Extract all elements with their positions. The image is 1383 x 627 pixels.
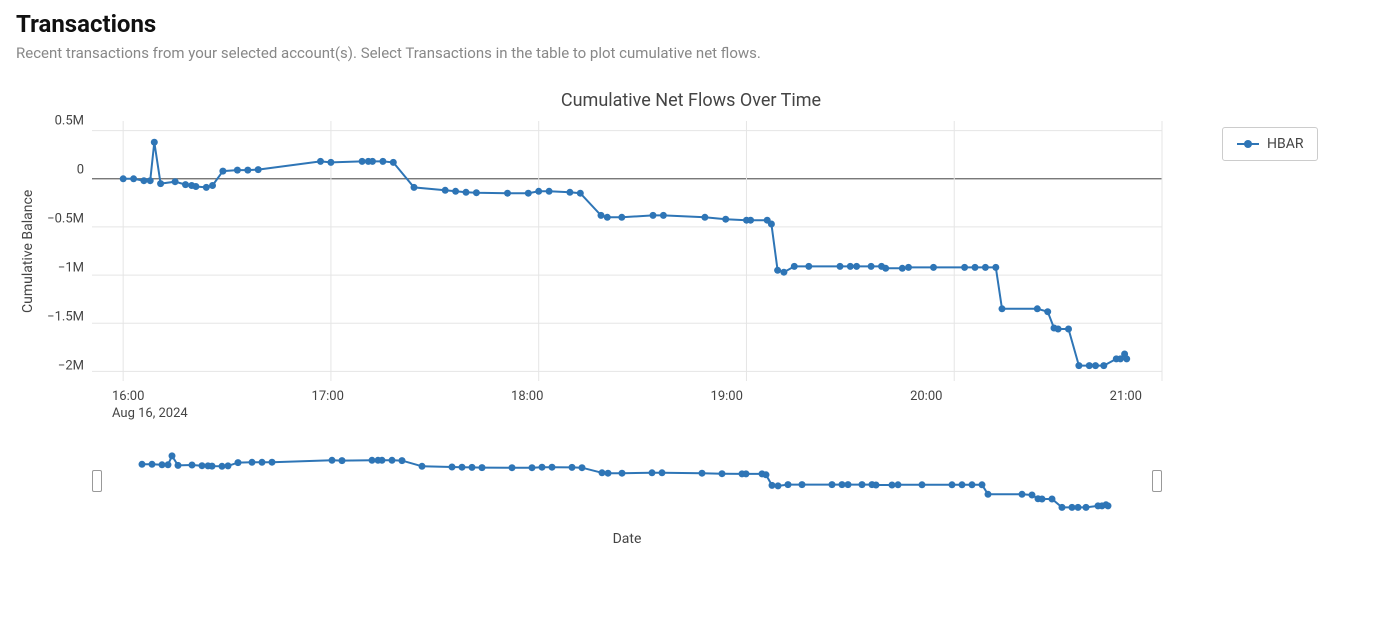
range-handle-right[interactable]	[1152, 470, 1162, 492]
y-tick: 0.5M	[55, 114, 84, 129]
x-axis-date: Aug 16, 2024	[92, 406, 1162, 421]
range-handle-left[interactable]	[92, 470, 102, 492]
chart-svg	[92, 121, 1162, 381]
range-plot[interactable]	[108, 451, 1146, 511]
x-axis-ticks: 16:00 17:00 18:00 19:00 20:00 21:00	[92, 389, 1162, 404]
x-tick: 16:00	[112, 389, 144, 404]
x-axis-label: Date	[92, 531, 1162, 547]
y-tick: −0.5M	[47, 212, 84, 227]
chart-container: Cumulative Net Flows Over Time Cumulativ…	[16, 90, 1366, 547]
y-tick: −1M	[58, 261, 84, 276]
chart-title: Cumulative Net Flows Over Time	[16, 90, 1366, 111]
y-tick: −2M	[58, 359, 84, 374]
page-title: Transactions	[16, 10, 1367, 38]
legend[interactable]: HBAR	[1222, 127, 1318, 161]
y-axis-label: Cumulative Balance	[16, 121, 40, 381]
page-subtitle: Recent transactions from your selected a…	[16, 44, 1367, 62]
x-tick: 17:00	[312, 389, 344, 404]
range-selector	[92, 451, 1162, 511]
x-tick: 20:00	[910, 389, 942, 404]
x-tick: 21:00	[1110, 389, 1142, 404]
x-tick: 19:00	[711, 389, 743, 404]
plot-area[interactable]	[92, 121, 1162, 381]
x-tick: 18:00	[511, 389, 543, 404]
y-tick: −1.5M	[47, 310, 84, 325]
legend-label: HBAR	[1267, 136, 1303, 152]
y-tick: 0	[77, 163, 84, 178]
y-axis-ticks: 0.5M 0 −0.5M −1M −1.5M −2M	[40, 121, 92, 381]
chart-body: Cumulative Balance 0.5M 0 −0.5M −1M −1.5…	[16, 121, 1366, 547]
range-svg	[108, 451, 1146, 511]
legend-swatch-icon	[1237, 143, 1259, 145]
